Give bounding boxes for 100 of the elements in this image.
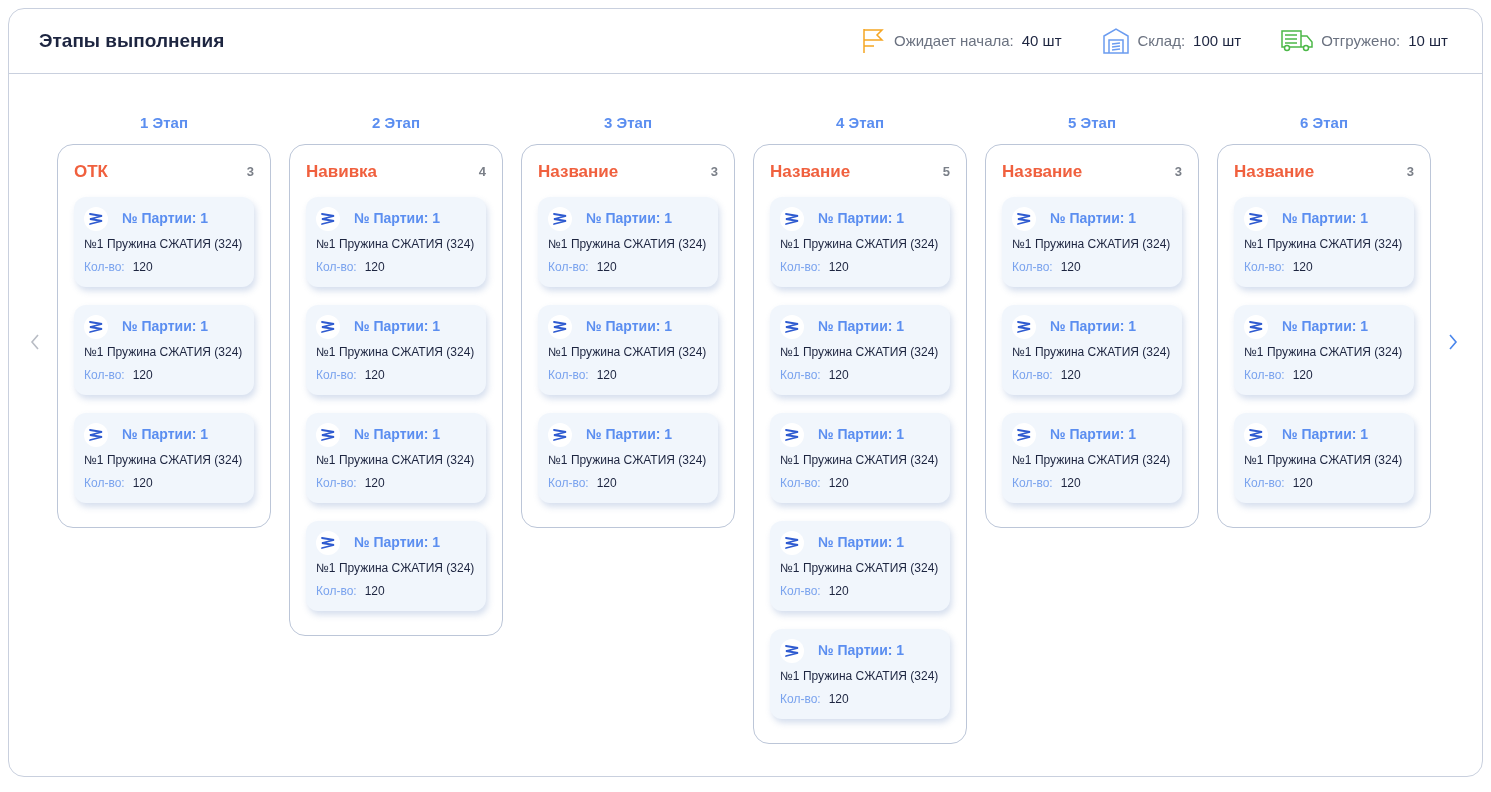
quantity-value: 120: [828, 258, 849, 276]
batch-card[interactable]: № Партии: 1 №1 Пружина СЖАТИЯ (324) Кол-во: 120: [770, 520, 950, 611]
summary-label: Склад:: [1137, 30, 1186, 51]
product-name: №1 Пружина СЖАТИЯ (324): [316, 559, 476, 577]
batch-number: № Партии: 1: [818, 317, 905, 336]
quantity-value: 120: [1060, 366, 1081, 384]
spring-icon: [1244, 314, 1268, 339]
quantity-label: Кол-во:: [1012, 258, 1053, 276]
spring-icon: [780, 314, 804, 339]
spring-icon: [780, 638, 804, 663]
quantity-label: Кол-во:: [1244, 258, 1285, 276]
batch-card[interactable]: № Партии: 1 №1 Пружина СЖАТИЯ (324) Кол-во: 120: [306, 304, 486, 395]
product-name: №1 Пружина СЖАТИЯ (324): [84, 451, 244, 469]
chevron-left-icon: [30, 333, 40, 351]
stage-count: 5: [942, 163, 950, 181]
quantity-value: 120: [364, 258, 385, 276]
product-name: №1 Пружина СЖАТИЯ (324): [1012, 451, 1172, 469]
product-name: №1 Пружина СЖАТИЯ (324): [780, 559, 940, 577]
batch-card[interactable]: № Партии: 1 №1 Пружина СЖАТИЯ (324) Кол-во: 120: [770, 304, 950, 395]
batch-card[interactable]: № Партии: 1 №1 Пружина СЖАТИЯ (324) Кол-во: 120: [538, 196, 718, 287]
batch-card[interactable]: № Партии: 1 №1 Пружина СЖАТИЯ (324) Кол-во: 120: [1002, 304, 1182, 395]
panel-title: Этапы выполнения: [39, 28, 225, 53]
spring-icon: [84, 206, 108, 231]
spring-icon: [780, 206, 804, 231]
stage-count: 3: [1406, 163, 1414, 181]
quantity-label: Кол-во:: [316, 582, 357, 600]
spring-icon: [316, 206, 340, 231]
stage-title: 3 Этап: [604, 113, 652, 133]
quantity-label: Кол-во:: [316, 258, 357, 276]
product-name: №1 Пружина СЖАТИЯ (324): [316, 343, 476, 361]
stage-name: Навивка: [306, 161, 378, 183]
quantity-value: 120: [596, 474, 617, 492]
stage-title: 1 Этап: [140, 113, 188, 133]
batch-card[interactable]: № Партии: 1 №1 Пружина СЖАТИЯ (324) Кол-во: 120: [74, 196, 254, 287]
batch-card[interactable]: № Партии: 1 №1 Пружина СЖАТИЯ (324) Кол-во: 120: [1002, 196, 1182, 287]
batch-card[interactable]: № Партии: 1 №1 Пружина СЖАТИЯ (324) Кол-во: 120: [770, 412, 950, 503]
product-name: №1 Пружина СЖАТИЯ (324): [780, 235, 940, 253]
batch-number: № Партии: 1: [354, 533, 441, 552]
spring-icon: [548, 206, 572, 231]
batch-number: № Партии: 1: [354, 209, 441, 228]
stage-title: 4 Этап: [836, 113, 884, 133]
batch-number: № Партии: 1: [818, 533, 905, 552]
spring-icon: [316, 422, 340, 447]
product-name: №1 Пружина СЖАТИЯ (324): [780, 667, 940, 685]
quantity-value: 120: [364, 366, 385, 384]
quantity-label: Кол-во:: [780, 690, 821, 708]
batch-number: № Партии: 1: [1282, 209, 1369, 228]
stage-count: 3: [710, 163, 718, 181]
batch-card[interactable]: № Партии: 1 №1 Пружина СЖАТИЯ (324) Кол-во: 120: [306, 412, 486, 503]
quantity-value: 120: [596, 366, 617, 384]
batch-card[interactable]: № Партии: 1 №1 Пружина СЖАТИЯ (324) Кол-во: 120: [1002, 412, 1182, 503]
batch-card[interactable]: № Партии: 1 №1 Пружина СЖАТИЯ (324) Кол-во: 120: [1234, 196, 1414, 287]
quantity-value: 120: [596, 258, 617, 276]
quantity-label: Кол-во:: [548, 366, 589, 384]
quantity-value: 120: [828, 582, 849, 600]
spring-icon: [84, 314, 108, 339]
batch-card[interactable]: № Партии: 1 №1 Пружина СЖАТИЯ (324) Кол-во: 120: [306, 196, 486, 287]
summary-value: 10 шт: [1408, 30, 1448, 51]
summary-value: 100 шт: [1193, 30, 1242, 51]
stage-name: ОТК: [74, 161, 108, 183]
quantity-label: Кол-во:: [84, 366, 125, 384]
stage-count: 4: [478, 163, 486, 181]
spring-icon: [548, 314, 572, 339]
spring-icon: [548, 422, 572, 447]
batch-card[interactable]: № Партии: 1 №1 Пружина СЖАТИЯ (324) Кол-во: 120: [770, 628, 950, 719]
batch-number: № Партии: 1: [122, 209, 209, 228]
product-name: №1 Пружина СЖАТИЯ (324): [84, 235, 244, 253]
truck-icon: [1281, 30, 1314, 52]
batch-card[interactable]: № Партии: 1 №1 Пружина СЖАТИЯ (324) Кол-во: 120: [1234, 304, 1414, 395]
batch-card[interactable]: № Партии: 1 №1 Пружина СЖАТИЯ (324) Кол-во: 120: [770, 196, 950, 287]
stage-name: Название: [538, 161, 619, 183]
quantity-label: Кол-во:: [780, 366, 821, 384]
batch-card[interactable]: № Партии: 1 №1 Пружина СЖАТИЯ (324) Кол-во: 120: [74, 304, 254, 395]
quantity-value: 120: [364, 474, 385, 492]
product-name: №1 Пружина СЖАТИЯ (324): [548, 235, 708, 253]
spring-icon: [316, 530, 340, 555]
batch-card[interactable]: № Партии: 1 №1 Пружина СЖАТИЯ (324) Кол-во: 120: [306, 520, 486, 611]
batch-card[interactable]: № Партии: 1 №1 Пружина СЖАТИЯ (324) Кол-во: 120: [74, 412, 254, 503]
batch-number: № Партии: 1: [122, 317, 209, 336]
quantity-label: Кол-во:: [316, 366, 357, 384]
spring-icon: [1012, 206, 1036, 231]
batch-number: № Партии: 1: [586, 317, 673, 336]
batch-number: № Партии: 1: [586, 425, 673, 444]
batch-card[interactable]: № Партии: 1 №1 Пружина СЖАТИЯ (324) Кол-во: 120: [538, 304, 718, 395]
batch-card[interactable]: № Партии: 1 №1 Пружина СЖАТИЯ (324) Кол-во: 120: [538, 412, 718, 503]
quantity-value: 120: [1292, 366, 1313, 384]
summary-label: Ожидает начала:: [893, 30, 1014, 51]
quantity-label: Кол-во:: [1244, 474, 1285, 492]
quantity-label: Кол-во:: [548, 258, 589, 276]
batch-number: № Партии: 1: [818, 641, 905, 660]
spring-icon: [316, 314, 340, 339]
stage-name: Название: [770, 161, 851, 183]
product-name: №1 Пружина СЖАТИЯ (324): [84, 343, 244, 361]
batch-card[interactable]: № Партии: 1 №1 Пружина СЖАТИЯ (324) Кол-во: 120: [1234, 412, 1414, 503]
quantity-label: Кол-во:: [1244, 366, 1285, 384]
quantity-label: Кол-во:: [780, 582, 821, 600]
product-name: №1 Пружина СЖАТИЯ (324): [1244, 235, 1404, 253]
spring-icon: [1012, 314, 1036, 339]
batch-number: № Партии: 1: [354, 317, 441, 336]
product-name: №1 Пружина СЖАТИЯ (324): [316, 235, 476, 253]
